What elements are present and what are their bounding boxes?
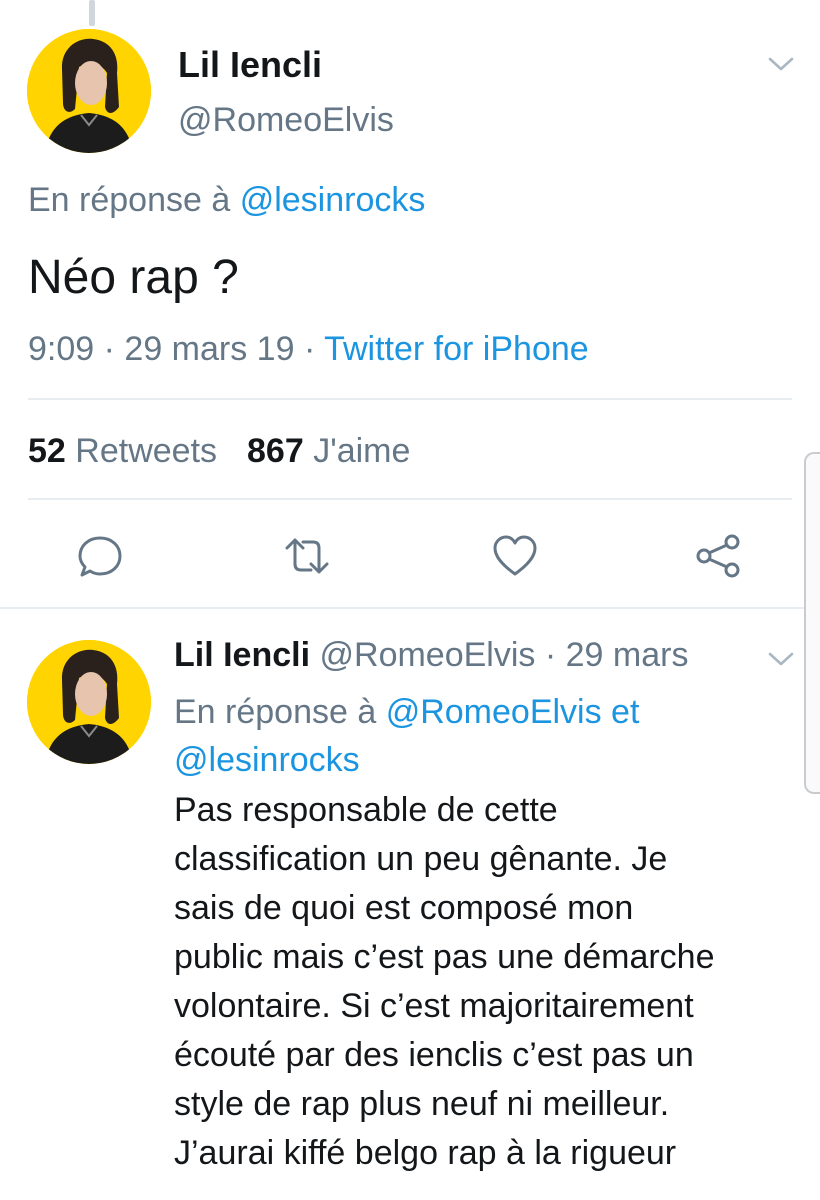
tweet-text: Néo rap ? xyxy=(28,251,239,304)
profile-photo-icon xyxy=(27,29,151,153)
heart-icon[interactable] xyxy=(491,532,539,580)
reply-context: En réponse à @lesinrocks xyxy=(28,181,425,220)
likes-stat[interactable]: 867 J'aime xyxy=(247,432,410,470)
reply-date[interactable]: 29 mars xyxy=(566,636,689,674)
avatar[interactable] xyxy=(27,640,151,764)
scrollbar[interactable] xyxy=(804,452,820,794)
tweet-stats: 52 Retweets 867 J'aime xyxy=(28,432,410,471)
reply-icon[interactable] xyxy=(76,532,124,580)
reply-text-line: sais de quoi est composé mon xyxy=(174,889,634,927)
reply-text-line: style de rap plus neuf ni meilleur. xyxy=(174,1085,670,1123)
mention-link[interactable]: @RomeoElvis xyxy=(386,693,602,731)
reply-context: En réponse à @RomeoElvis et @lesinrocks xyxy=(174,688,734,784)
tweet-date[interactable]: 29 mars 19 xyxy=(124,330,294,368)
tweet-source-link[interactable]: Twitter for iPhone xyxy=(324,330,589,368)
display-name[interactable]: Lil Iencli xyxy=(178,44,322,86)
reply-header: Lil Iencli @RomeoElvis · 29 mars xyxy=(174,636,688,675)
mention-link[interactable]: @lesinrocks xyxy=(174,741,360,779)
thread-connector-line xyxy=(89,0,95,26)
mention-link[interactable]: @lesinrocks xyxy=(240,181,426,219)
tweet-meta: 9:09 · 29 mars 19 · Twitter for iPhone xyxy=(28,330,589,369)
divider xyxy=(28,398,792,400)
reply-text-line: Pas responsable de cette xyxy=(174,791,558,829)
retweets-stat[interactable]: 52 Retweets xyxy=(28,432,217,470)
reply-text-line: volontaire. Si c’est majoritairement xyxy=(174,987,694,1025)
avatar[interactable] xyxy=(27,29,151,153)
share-icon[interactable] xyxy=(694,532,742,580)
meta-separator: · xyxy=(294,330,325,368)
divider xyxy=(0,607,820,609)
reply-handle[interactable]: @RomeoElvis xyxy=(320,636,536,674)
tweet-time[interactable]: 9:09 xyxy=(28,330,94,368)
reply-prefix: En réponse à xyxy=(174,693,386,731)
reply-text: Pas responsable de cette classification … xyxy=(174,786,794,1178)
chevron-down-icon[interactable] xyxy=(768,651,794,667)
meta-separator: · xyxy=(94,330,125,368)
reply-text-line: public mais c’est pas une démarche xyxy=(174,938,715,976)
likes-count: 867 xyxy=(247,432,304,470)
meta-separator: · xyxy=(535,636,566,674)
profile-photo-icon xyxy=(27,640,151,764)
reply-text-line: J’aurai kiffé belgo rap à la rigueur xyxy=(174,1134,677,1172)
reply-prefix: En réponse à xyxy=(28,181,240,219)
divider xyxy=(28,498,792,500)
likes-label: J'aime xyxy=(313,432,411,470)
user-handle[interactable]: @RomeoElvis xyxy=(178,101,394,140)
reply-display-name[interactable]: Lil Iencli xyxy=(174,636,310,674)
reply-text-line: écouté par des ienclis c’est pas un xyxy=(174,1036,694,1074)
retweets-count: 52 xyxy=(28,432,66,470)
retweets-label: Retweets xyxy=(75,432,218,470)
reply-text-line: classification un peu gênante. Je xyxy=(174,840,668,878)
retweet-icon[interactable] xyxy=(283,532,331,580)
reply-conjunction: et xyxy=(601,693,640,731)
chevron-down-icon[interactable] xyxy=(768,56,794,72)
